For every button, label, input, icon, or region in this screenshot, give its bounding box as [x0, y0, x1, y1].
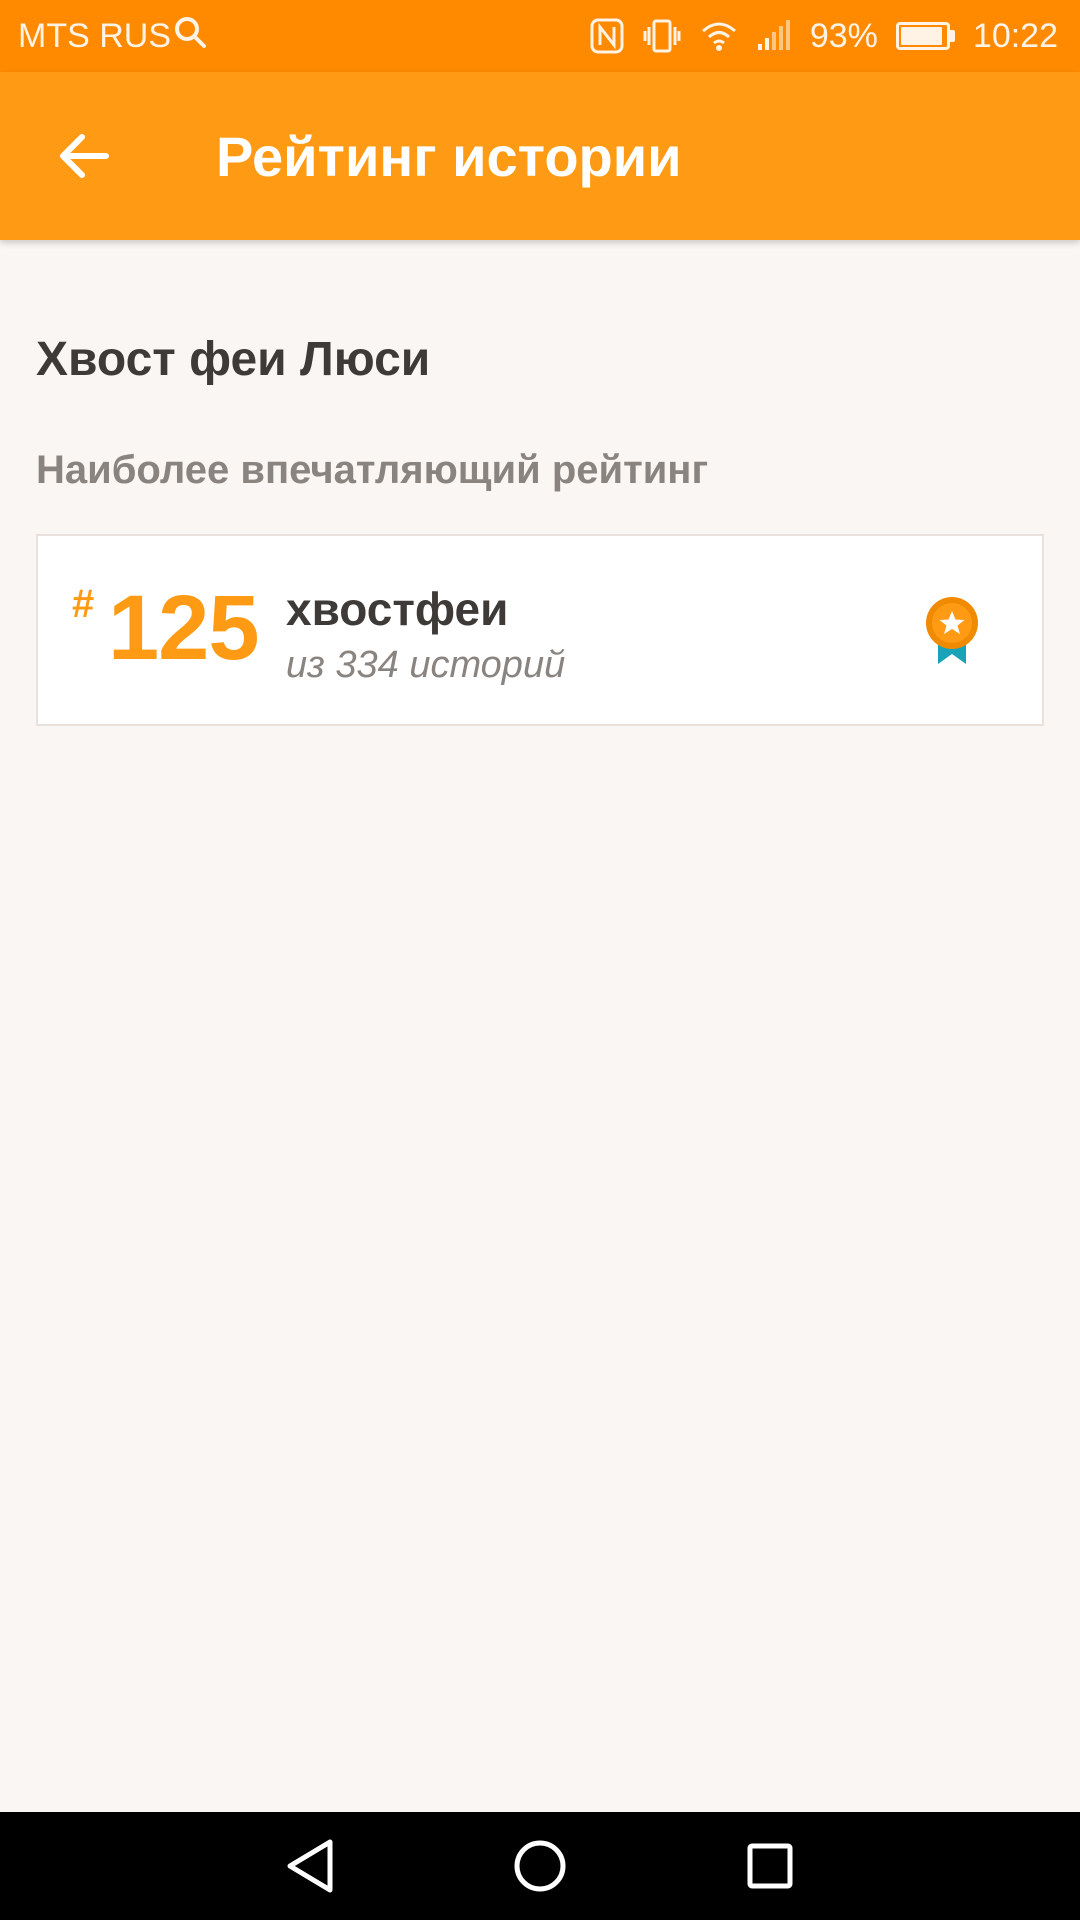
carrier-label: MTS RUS	[18, 16, 171, 55]
battery-tip	[949, 30, 955, 42]
page-title: Рейтинг истории	[216, 124, 682, 188]
battery-icon	[895, 22, 955, 50]
award-ribbon-icon	[926, 597, 978, 664]
screen: MTS RUS 93% 10:22 Рейтинг истории Хвост …	[0, 0, 1080, 1920]
signal-icon	[756, 20, 792, 52]
back-button[interactable]	[24, 96, 144, 216]
nav-back-button[interactable]	[280, 1836, 340, 1896]
navigation-bar	[0, 1812, 1080, 1920]
rank-number: 125	[108, 577, 259, 679]
search-icon	[173, 15, 207, 58]
rank-tag: хвостфеи	[286, 583, 509, 635]
battery-fill	[900, 27, 942, 45]
battery-body	[895, 22, 950, 50]
home-circle-icon	[514, 1840, 566, 1892]
arrow-left-icon	[60, 134, 109, 178]
status-bar: MTS RUS 93% 10:22	[0, 0, 1080, 72]
rank-subtitle: из 334 историй	[286, 644, 566, 686]
ranking-card[interactable]: # 125 хвостфеи из 334 историй	[36, 534, 1044, 726]
wifi-icon	[700, 20, 738, 52]
recents-square-icon	[747, 1843, 793, 1889]
clock: 10:22	[972, 16, 1058, 55]
status-right: 93% 10:22	[590, 17, 1058, 56]
section-label: Наиболее впечатляющий рейтинг	[36, 448, 709, 492]
status-left: MTS RUS	[18, 15, 207, 58]
nav-recents-button[interactable]	[740, 1836, 800, 1896]
nfc-icon	[590, 18, 624, 54]
app-bar: Рейтинг истории	[0, 72, 1080, 240]
battery-percent: 93%	[809, 16, 878, 55]
vibrate-icon	[642, 18, 682, 54]
rank-hash: #	[72, 582, 95, 626]
story-title: Хвост феи Люси	[36, 333, 431, 386]
nav-home-button[interactable]	[510, 1836, 570, 1896]
back-triangle-icon	[287, 1839, 333, 1893]
